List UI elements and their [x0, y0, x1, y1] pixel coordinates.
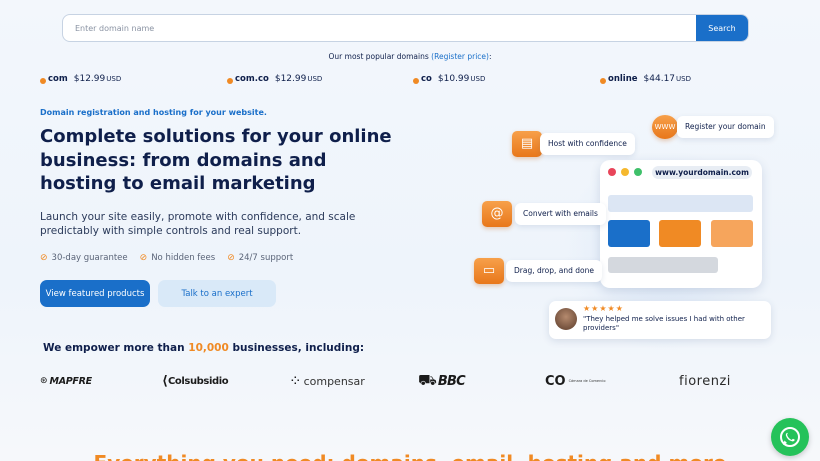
hero-subtext: Launch your site easily, promote with co… [40, 211, 356, 237]
window-dots-icon [608, 168, 642, 176]
mock-url-bar: www.yourdomain.com [652, 166, 752, 179]
mock-light-orange-block [711, 220, 753, 247]
callout-host: Host with confidence [540, 133, 635, 155]
mapfre-mark-icon: ⊛ [40, 376, 48, 386]
camara-wordmark: Cámara de Comercio [568, 379, 606, 383]
empower-heading: We empower more than 10,000 businesses, … [43, 342, 364, 354]
mapfre-wordmark: MAPFRE [49, 375, 93, 387]
browser-mockup: www.yourdomain.com [600, 160, 762, 288]
guarantee-label: No hidden fees [151, 253, 216, 263]
empower-count: 10,000 [188, 342, 229, 354]
bullet-icon [40, 78, 46, 84]
tld-price: $44.17 [643, 74, 676, 84]
rating-stars-icon: ★★★★★ [583, 304, 624, 313]
hero-headline: Complete solutions for your online busin… [40, 126, 392, 194]
tld-price: $10.99 [437, 74, 470, 84]
hero-eyebrow: Domain registration and hosting for your… [40, 108, 267, 117]
guarantee-item: ⊘ No hidden fees [140, 253, 216, 263]
drag-drop-window-icon: ▭ [474, 258, 504, 284]
tld-currency: USD [470, 75, 486, 83]
tld-name: co [421, 74, 432, 84]
testimonial-card: ★★★★★ "They helped me solve issues I had… [549, 301, 771, 339]
tld-name: com [48, 74, 68, 84]
guarantee-list: ⊘ 30-day guarantee ⊘ No hidden fees ⊘ 24/7 … [40, 253, 293, 263]
search-button[interactable]: Search [696, 15, 748, 41]
bbc-truck-icon: ⛟ [418, 371, 437, 389]
tld-price: $12.99 [73, 74, 106, 84]
mock-header-block [608, 195, 753, 212]
callout-email: Convert with emails [515, 203, 606, 225]
domain-search-bar: Search [62, 14, 749, 42]
check-circle-icon: ⊘ [139, 253, 148, 263]
reviewer-avatar [555, 308, 577, 330]
email-at-icon: @ [482, 201, 512, 227]
colsubsidio-logo: ⟨ Colsubsidio [162, 370, 229, 392]
tld-price: $12.99 [274, 74, 307, 84]
compensar-logo: ⁘ compensar [289, 370, 365, 392]
empower-text-after: businesses, including: [228, 342, 365, 354]
popular-suffix: : [488, 52, 492, 61]
mock-orange-block [659, 220, 701, 247]
fiorenzi-wordmark: fiorenzi [679, 373, 731, 389]
check-circle-icon: ⊘ [227, 253, 235, 263]
register-price-link[interactable]: (Register price) [431, 52, 489, 61]
tld-currency: USD [676, 75, 692, 83]
popular-domains-text: Our most popular domains [328, 52, 432, 61]
talk-to-expert-button[interactable]: Talk to an expert [158, 280, 276, 307]
camara-comercio-logo: CO Cámara de Comercio [545, 370, 609, 392]
bullet-icon [600, 78, 606, 84]
callout-register: Register your domain [677, 116, 774, 138]
tld-item-com-co[interactable]: com.co $12.99 USD [227, 74, 322, 84]
www-globe-icon: WWW [652, 115, 678, 139]
tld-item-online[interactable]: online $44.17 USD [600, 74, 691, 84]
domain-search-input[interactable] [63, 15, 696, 41]
bbc-logo: ⛟ BBC [418, 370, 466, 392]
tld-name: online [608, 74, 638, 84]
mock-footer-block [608, 257, 718, 273]
tld-name: com.co [235, 74, 269, 84]
empower-text-before: We empower more than [43, 342, 189, 354]
mapfre-logo: ⊛ MAPFRE [40, 370, 92, 392]
compensar-wordmark: compensar [303, 374, 365, 388]
tld-currency: USD [106, 75, 122, 83]
camara-mark-icon: CO [545, 373, 566, 389]
bbc-wordmark: BBC [437, 373, 466, 389]
popular-domains-caption: Our most popular domains (Register price… [0, 52, 820, 61]
server-icon: ▤ [512, 131, 542, 157]
check-circle-icon: ⊘ [40, 253, 48, 263]
compensar-mark-icon: ⁘ [289, 372, 302, 390]
callout-drag: Drag, drop, and done [506, 260, 602, 282]
colsubsidio-wordmark: Colsubsidio [167, 375, 229, 387]
bullet-icon [227, 78, 233, 84]
section-heading-partial: Everything you need: domains, email, hos… [0, 450, 820, 461]
tld-item-com[interactable]: com $12.99 USD [40, 74, 121, 84]
guarantee-item: ⊘ 30-day guarantee [40, 253, 128, 263]
guarantee-item: ⊘ 24/7 support [227, 253, 293, 263]
tld-item-co[interactable]: co $10.99 USD [413, 74, 485, 84]
view-featured-products-button[interactable]: View featured products [40, 280, 150, 307]
mock-blue-block [608, 220, 650, 247]
guarantee-label: 30-day guarantee [51, 253, 128, 263]
fiorenzi-logo: fiorenzi [679, 370, 731, 392]
testimonial-quote: "They helped me solve issues I had with … [583, 315, 745, 332]
bullet-icon [413, 78, 419, 84]
guarantee-label: 24/7 support [238, 253, 294, 263]
tld-currency: USD [307, 75, 323, 83]
